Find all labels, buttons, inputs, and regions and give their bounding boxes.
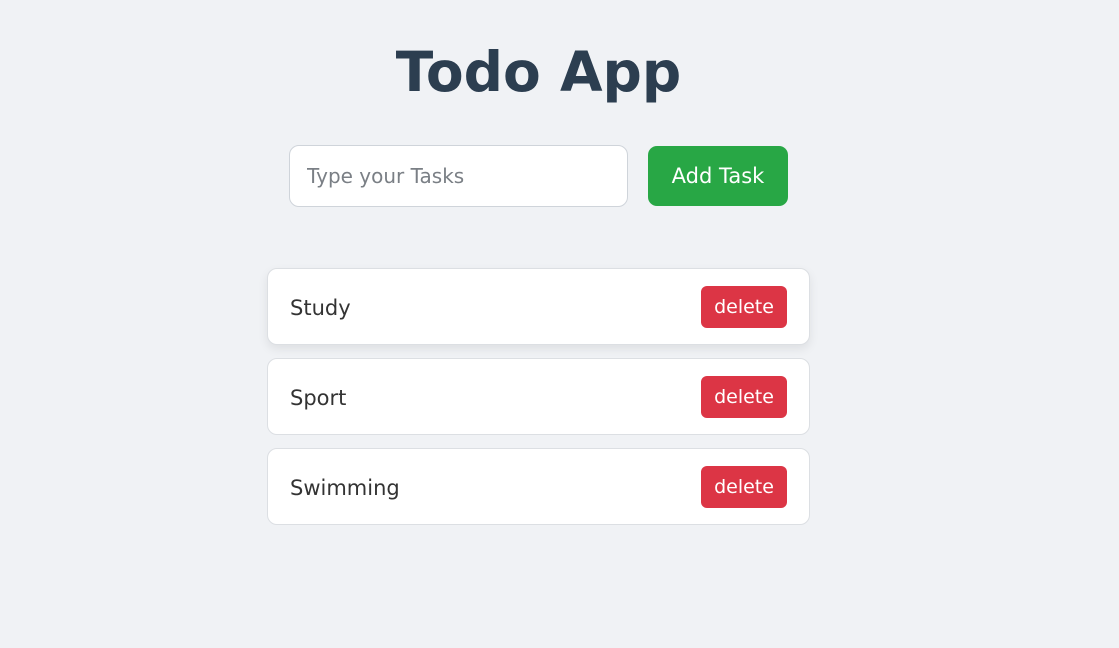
todo-app: Todo App Add Task Study delete Sport del…: [0, 0, 1119, 648]
task-text: Swimming: [290, 476, 400, 500]
add-task-button[interactable]: Add Task: [648, 146, 788, 206]
task-text: Study: [290, 296, 351, 320]
task-item: Sport delete: [267, 358, 810, 435]
delete-button[interactable]: delete: [701, 376, 787, 418]
task-text: Sport: [290, 386, 347, 410]
task-input[interactable]: [289, 145, 628, 207]
task-item: Study delete: [267, 268, 810, 345]
task-item: Swimming delete: [267, 448, 810, 525]
delete-button[interactable]: delete: [701, 466, 787, 508]
task-list: Study delete Sport delete Swimming delet…: [267, 268, 810, 538]
delete-button[interactable]: delete: [701, 286, 787, 328]
page-title: Todo App: [395, 40, 682, 104]
